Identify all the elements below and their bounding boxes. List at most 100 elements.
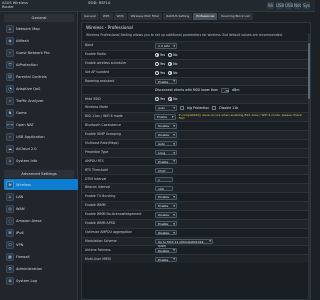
enable-radio-no[interactable]: No [168,52,178,57]
wan-icon: ◎ [6,204,14,213]
setting-label: Band [85,43,94,48]
bluetooth-coexistence-select[interactable]: Disable [155,123,177,129]
mu-mimo-select[interactable]: Enable [155,256,177,263]
beacon-interval-input[interactable]: 100 [155,185,173,191]
radio-label: No [173,70,178,75]
radio-label: No [173,52,178,57]
logo-line2: Router [2,5,14,9]
shield-icon: ⛉ [6,60,14,69]
sidebar-item-label: Traffic Analyzer [16,98,44,103]
wifi6-mode-select[interactable]: Enable [153,114,176,120]
tab-wireless-mac-filter[interactable]: Wireless MAC Filter [127,13,163,20]
setting-label: Enable TX Bursting [85,194,116,199]
disable-11b-checkbox[interactable] [212,106,217,111]
sidebar-item-firewall[interactable]: ▦ Firewall [6,251,77,262]
setting-label: Set AP Isolated [85,69,109,74]
roaming-assistant-select[interactable]: Enable [155,78,177,85]
sidebar-item-ipv6[interactable]: ⌘ IPv6 [6,227,77,238]
sidebar-item-lan[interactable]: ⌂ LAN [6,191,77,202]
scheduler-yes[interactable]: Yes [155,61,165,66]
wmm-apsd-select[interactable]: Enable [155,221,177,227]
ipv6-icon: ⌘ [6,228,14,237]
band-select[interactable]: 2.4 GHz [155,43,177,49]
sidebar-item-label: Guest Network Pro [16,50,50,55]
sidebar-item-game[interactable]: ♞ Game [6,107,77,118]
sidebar-item-label: Parental Controls [16,74,47,79]
scrollbar-thumb[interactable] [308,43,310,99]
sidebar-item-vpn[interactable]: ⎔ VPN [6,239,77,250]
sidebar-item-label: AiProtection [16,62,38,67]
setting-label: Enable wireless scheduler [85,61,127,66]
sidebar-item-wireless[interactable]: ≋ Wireless [4,179,78,190]
hide-ssid-no[interactable]: No [168,97,178,102]
sidebar-item-parental-controls[interactable]: ☺ Parental Controls [6,71,77,82]
radio-label: No [173,97,178,102]
wireless-mode-select[interactable]: Auto [155,105,177,111]
preamble-type-select[interactable]: Long [155,149,177,156]
wifi-icon[interactable]: Wi [267,2,274,9]
radio-dot [155,70,159,75]
alexa-icon: ◌ [6,216,14,225]
setting-row: Enable WMM No-Acknowledgement Disable [82,209,310,219]
usb-icon[interactable]: USB [276,2,284,9]
wmm-noack-select[interactable]: Disable [155,212,177,218]
network-map-icon: ⌂ [6,24,14,33]
sidebar-item-adaptive-qos[interactable]: ◔ Adaptive QoS [6,83,77,94]
sidebar-item-traffic-analyzer[interactable]: ⌕ Traffic Analyzer [6,95,77,106]
sidebar-item-open-nat[interactable]: ⟷ Open NAT [6,119,77,130]
wmm-select[interactable]: Enable [155,203,177,209]
tab-wds[interactable]: WDS [113,13,127,20]
tab-bar: General WPS WDS Wireless MAC Filter RADI… [79,12,315,21]
ap-isolated-yes[interactable]: Yes [155,70,165,75]
sidebar-item-aiprotection[interactable]: ⛉ AiProtection [6,59,77,70]
ampdu-rts-select[interactable]: Enable [155,158,177,165]
setting-row: Hide SSID Yes No [82,94,310,104]
setting-label: Enable Radio [85,52,106,57]
dtim-interval-input[interactable]: 1 [155,176,173,182]
sidebar-item-usb-application[interactable]: ⌁ USB Application [6,131,77,142]
tab-general[interactable]: General [81,13,99,20]
hide-ssid-yes[interactable]: Yes [155,97,165,102]
tab-wps[interactable]: WPS [99,13,113,20]
sidebar-item-administration[interactable]: ⚙ Administration [6,263,77,274]
vpn-icon: ⎔ [6,240,14,249]
tab-roaming-block-list[interactable]: Roaming Block List [218,13,253,20]
sidebar-item-guest-network[interactable]: ⌁ Guest Network Pro [6,47,77,58]
setting-label: Enable IGMP Snooping [85,132,121,137]
sidebar-item-label: WAN [16,206,25,211]
usb-icon-2[interactable]: USB [285,2,293,9]
airtime-fairness-select[interactable]: Disable [155,247,177,254]
radio-dot [168,97,173,102]
multicast-rate-select[interactable]: Auto [155,141,177,147]
system-icon[interactable]: Sys [303,2,310,9]
sidebar-item-aicloud[interactable]: ☁ AiCloud 2.0 [6,143,77,154]
modulation-scheme-select[interactable]: Up to MCS 11 (NitroQAM/1024-QAM) [155,238,213,248]
sidebar-item-network-map[interactable]: ⌂ Network Map [6,23,77,34]
qos-icon: ◔ [6,84,14,93]
settings-table: Band 2.4 GHz Enable Radio Yes No Enable w… [82,41,310,264]
page-title: Wireless - Professional [86,25,133,30]
usb-icon: ⌁ [6,132,14,141]
sidebar-item-amazon-alexa[interactable]: ◌ Amazon Alexa [6,215,77,226]
sidebar-item-system-log[interactable]: ≣ System Log [6,275,77,286]
igmp-snooping-select[interactable]: Disable [155,132,177,138]
ap-isolated-no[interactable]: No [168,70,178,75]
enable-radio-yes[interactable]: Yes [155,52,165,57]
sidebar-item-aimesh[interactable]: ◈ AiMesh [6,35,77,46]
tab-professional[interactable]: Professional [193,13,218,20]
setting-row: Disconnect clients with RSSI lower than … [82,85,310,94]
sidebar-item-smart-home[interactable]: ⌂ System Info [6,155,77,166]
bg-protection-checkbox[interactable] [180,106,184,111]
setting-label: DTIM Interval [85,176,107,181]
gear-icon: ⚙ [6,264,14,273]
network-icon[interactable]: Net [294,2,301,9]
rssi-input[interactable]: -70 [221,87,230,94]
setting-row: Multicast Rate(Mbps) Auto [82,138,310,148]
rts-threshold-input[interactable]: 2347 [155,167,173,174]
sidebar-item-wan[interactable]: ◎ WAN [6,203,77,214]
ampdu-aggregation-select[interactable]: Disable [155,229,177,236]
scrollbar[interactable] [308,33,310,300]
tab-radius-setting[interactable]: RADIUS Setting [163,13,193,20]
tx-bursting-select[interactable]: Disable [155,194,177,200]
scheduler-no[interactable]: No [168,61,178,66]
